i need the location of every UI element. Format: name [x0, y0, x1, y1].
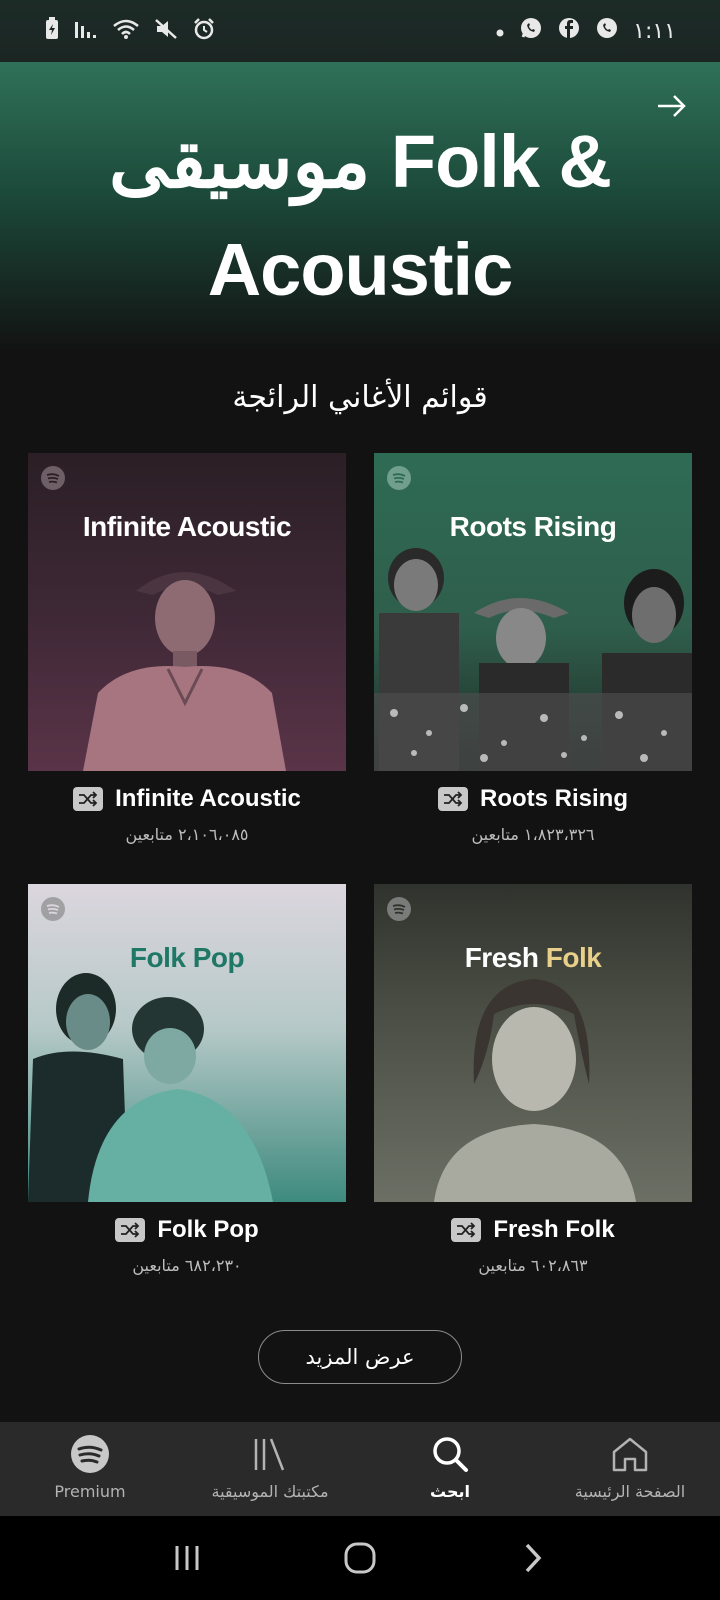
- recent-apps-icon: [175, 1546, 199, 1570]
- playlist-name-row[interactable]: Roots Rising: [374, 785, 692, 813]
- back-chevron-icon: [526, 1543, 542, 1573]
- cover-photo-band: [374, 548, 692, 771]
- signal-icon: [74, 18, 98, 45]
- shuffle-icon: [438, 787, 468, 811]
- playlist-name: Fresh Folk: [493, 1216, 615, 1243]
- playlist-cover[interactable]: Folk Pop: [28, 884, 346, 1202]
- shuffle-icon: [73, 787, 104, 811]
- playlist-followers: ٦٨٢،٢٣٠ متابعين: [132, 1256, 242, 1275]
- status-icons-right: ١:١١: [495, 16, 676, 46]
- playlist-name: Folk Pop: [157, 1216, 259, 1243]
- facebook-icon: [557, 16, 581, 46]
- alarm-icon: [192, 17, 216, 46]
- playlist-card-folk-pop[interactable]: Folk Pop Folk Pop ٦٨٢،٢٣٠ متابعين: [28, 884, 346, 1275]
- status-bar: ١:١١: [0, 0, 720, 62]
- playlist-followers: ١،٨٢٣،٣٢٦ متابعين: [471, 825, 595, 844]
- system-nav-bar: [0, 1516, 720, 1600]
- cover-photo-man: [434, 979, 636, 1202]
- show-more-button[interactable]: عرض المزيد: [258, 1330, 462, 1384]
- hero-header: موسيقى Folk & Acoustic: [0, 62, 720, 352]
- cover-photo-duo: [28, 973, 273, 1202]
- playlist-cover[interactable]: Roots Rising: [374, 453, 692, 771]
- whatsapp-icon: [519, 16, 543, 46]
- recent-apps-button[interactable]: [157, 1528, 217, 1588]
- tab-label: ابحث: [430, 1482, 470, 1501]
- section-title: قوائم الأغاني الرائجة: [232, 380, 488, 415]
- bottom-tab-bar: Premium مكتبتك الموسيقية ابحث الصفحة الر…: [0, 1422, 720, 1516]
- playlist-followers: ٦٠٢،٨٦٣ متابعين: [478, 1256, 588, 1275]
- wifi-icon: [112, 18, 140, 45]
- shuffle-icon: [115, 1218, 146, 1242]
- tab-label: Premium: [54, 1482, 126, 1501]
- page-title: موسيقى Folk & Acoustic: [109, 120, 612, 311]
- playlist-card-roots-rising[interactable]: Roots Rising Roots Rising ١،٨٢٣،٣٢٦ متاب…: [374, 453, 692, 844]
- tab-search[interactable]: ابحث: [360, 1422, 540, 1516]
- playlist-name-row[interactable]: Fresh Folk: [374, 1216, 692, 1244]
- whatsapp-icon: [595, 16, 619, 46]
- cover-photo-man: [83, 572, 286, 771]
- home-circle-icon: [344, 1542, 376, 1574]
- mute-icon: [154, 18, 178, 45]
- tab-home[interactable]: الصفحة الرئيسية: [540, 1422, 720, 1516]
- playlist-card-infinite-acoustic[interactable]: Infinite Acoustic Infinite Acoustic ٢،١٠…: [28, 453, 346, 844]
- playlist-cover[interactable]: Infinite Acoustic: [28, 453, 346, 771]
- clock-time: ١:١١: [633, 18, 676, 44]
- home-icon: [612, 1437, 648, 1472]
- search-icon: [433, 1437, 468, 1472]
- tab-premium[interactable]: Premium: [0, 1422, 180, 1516]
- battery-charging-icon: [44, 16, 60, 46]
- tab-label: الصفحة الرئيسية: [574, 1482, 686, 1501]
- home-button[interactable]: [330, 1528, 390, 1588]
- spotify-logo-icon: [71, 1435, 109, 1473]
- playlist-name: Roots Rising: [480, 785, 628, 812]
- playlist-cover[interactable]: Fresh Folk: [374, 884, 692, 1202]
- playlist-name: Infinite Acoustic: [115, 785, 301, 812]
- status-icons-left: [44, 16, 216, 46]
- shuffle-icon: [451, 1218, 482, 1242]
- playlist-followers: ٢،١٠٦،٠٨٥ متابعين: [125, 825, 249, 844]
- library-icon: [254, 1438, 285, 1471]
- tab-label: مكتبتك الموسيقية: [211, 1482, 329, 1501]
- back-button[interactable]: [503, 1528, 563, 1588]
- tab-library[interactable]: مكتبتك الموسيقية: [180, 1422, 360, 1516]
- playlist-name-row[interactable]: Folk Pop: [28, 1216, 346, 1244]
- playlist-card-fresh-folk[interactable]: Fresh Folk Fresh Folk ٦٠٢،٨٦٣ متابعين: [374, 884, 692, 1275]
- playlist-name-row[interactable]: Infinite Acoustic: [28, 785, 346, 813]
- notification-dot-icon: [495, 19, 505, 44]
